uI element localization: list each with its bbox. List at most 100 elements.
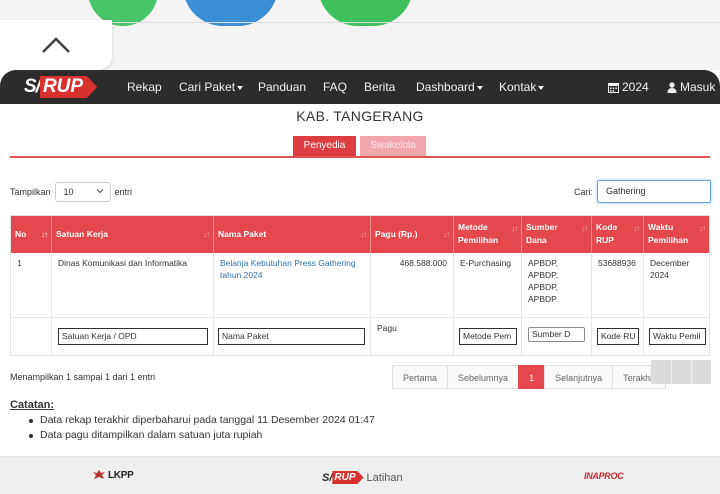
cell-nama[interactable]: Belanja Kebutuhan Press Gathering tahun … — [214, 253, 371, 317]
nav-label: Cari Paket — [179, 80, 236, 94]
kode-filter-input[interactable]: Kode RU — [597, 328, 639, 345]
sort-asc-icon: ↓↑ — [41, 230, 48, 239]
sort-icon: ↓↑ — [360, 230, 367, 239]
page-size-value: 10 — [63, 187, 74, 197]
header-label: Metode — [458, 222, 488, 232]
cell-satuan: Dinas Komunikasi dan Informatika — [52, 253, 214, 317]
nama-filter-input[interactable]: Nama Paket — [218, 328, 365, 345]
note-item: Data pagu ditampilkan dalam satuan juta … — [28, 428, 375, 443]
caret-down-icon — [476, 85, 483, 90]
nav-login[interactable]: Masuk — [667, 70, 715, 104]
logo-text: RUP — [332, 471, 364, 484]
sort-icon: ↓↑ — [511, 224, 518, 233]
sumber-line: APBDP — [528, 294, 557, 304]
header-label: RUP — [596, 235, 614, 245]
search-box: Cari: Gathering — [574, 180, 712, 203]
lkpp-logo[interactable]: LKPP — [92, 469, 134, 481]
tab-bar: Penyedia Swakelola — [10, 136, 710, 158]
tab-penyedia[interactable]: Penyedia — [293, 136, 356, 156]
page-first-button[interactable]: Pertama — [392, 365, 449, 389]
nav-cari-paket[interactable]: Cari Paket — [179, 70, 244, 104]
lkpp-text: LKPP — [108, 469, 134, 481]
sirup-logo[interactable]: S/ RUP — [24, 75, 98, 99]
table-info: Menampilkan 1 sampai 1 dari 1 entri — [10, 372, 156, 382]
column-header-pagu[interactable]: Pagu (Rp.) ↓↑ — [371, 216, 454, 253]
sumber-filter-select[interactable]: Sumber D — [528, 327, 585, 342]
export-buttons[interactable] — [651, 360, 711, 384]
length-label: Tampilkan — [10, 187, 51, 197]
nav-berita[interactable]: Berita — [364, 70, 395, 104]
filter-cell-no — [11, 318, 52, 355]
cell-no: 1 — [11, 253, 52, 317]
header-label: Waktu — [648, 222, 674, 232]
sirup-latihan-logo[interactable]: S/ RUP Latihan — [322, 471, 403, 484]
paket-link[interactable]: Belanja Kebutuhan Press Gathering — [220, 257, 364, 269]
paket-link[interactable]: tahun 2024 — [220, 269, 364, 281]
tab-swakelola[interactable]: Swakelola — [360, 136, 426, 156]
cell-waktu: December 2024 — [644, 253, 709, 317]
column-header-metode[interactable]: Metode Pemilihan ↓↑ — [454, 216, 522, 253]
pagination: Pertama Sebelumnya 1 Selanjutnya Terakhi… — [392, 365, 667, 389]
login-label: Masuk — [680, 80, 716, 94]
length-suffix: entri — [114, 187, 133, 197]
nav-year[interactable]: 2024 — [608, 70, 649, 104]
sort-icon: ↓↑ — [203, 230, 210, 239]
logo-text: S/ — [24, 76, 41, 97]
nav-rekap[interactable]: Rekap — [127, 70, 162, 104]
nav-panduan[interactable]: Panduan — [258, 70, 306, 104]
header-label: Sumber — [526, 222, 558, 232]
cell-pagu: 468.588.000 — [371, 253, 454, 317]
column-header-no[interactable]: No ↓↑ — [11, 216, 52, 253]
page: S/ RUP Rekap Cari Paket Panduan FAQ Beri… — [0, 70, 720, 494]
user-icon — [667, 81, 677, 93]
logo-text: RUP — [39, 76, 98, 98]
sumber-line: APBDP, — [528, 270, 559, 280]
search-label: Cari: — [574, 186, 594, 197]
waktu-line: 2024 — [650, 270, 669, 280]
waktu-line: December — [650, 258, 690, 268]
footer: LKPP S/ RUP Latihan INAPROC — [0, 456, 720, 494]
page-size-select[interactable]: 10 — [54, 182, 111, 202]
cell-sumber: APBDP, APBDP, APBDP, APBDP — [522, 253, 592, 317]
sort-icon: ↓↑ — [581, 224, 588, 233]
search-input[interactable]: Gathering — [597, 180, 712, 203]
browser-top-strip — [0, 0, 720, 70]
page-current-button[interactable]: 1 — [518, 365, 546, 389]
header-label: Satuan Kerja — [56, 229, 108, 239]
header-label: No — [15, 229, 27, 239]
calendar-icon — [608, 82, 619, 93]
sumber-line: APBDP, — [528, 258, 559, 268]
nav-label: Rekap — [127, 80, 162, 94]
logo-text: Latihan — [366, 471, 403, 484]
header-label: Nama Paket — [218, 229, 267, 239]
caret-down-icon — [237, 85, 244, 90]
page-next-button[interactable]: Selanjutnya — [544, 365, 614, 389]
length-menu: Tampilkan 10 entri — [10, 182, 132, 202]
column-header-kode[interactable]: Kode RUP ↓↑ — [592, 216, 644, 253]
metode-filter-input[interactable]: Metode Pem — [459, 328, 517, 345]
cell-kode: 53688936 — [592, 253, 644, 317]
page-prev-button[interactable]: Sebelumnya — [447, 365, 520, 389]
waktu-filter-input[interactable]: Waktu Pemil — [649, 328, 706, 345]
notes-title: Catatan: — [10, 399, 55, 411]
nav-kontak[interactable]: Kontak — [499, 70, 545, 104]
header-label: Pemilihan — [648, 235, 689, 245]
satuan-filter-input[interactable]: Satuan Kerja / OPD — [58, 328, 208, 345]
column-header-nama[interactable]: Nama Paket ↓↑ — [214, 216, 371, 253]
notes-list: Data rekap terakhir diperbaharui pada ta… — [28, 413, 375, 443]
column-header-satuan[interactable]: Satuan Kerja ↓↑ — [52, 216, 214, 253]
header-label: Dana — [526, 235, 547, 245]
logo-text: S/ — [322, 471, 333, 484]
column-header-waktu[interactable]: Waktu Pemilihan ↓↑ — [644, 216, 709, 253]
nav-dashboard[interactable]: Dashboard — [416, 70, 483, 104]
inaproc-logo[interactable]: INAPROC — [584, 471, 624, 481]
collapse-button[interactable] — [0, 20, 112, 70]
note-item: Data rekap terakhir diperbaharui pada ta… — [28, 413, 375, 428]
column-header-sumber[interactable]: Sumber Dana ↓↑ — [522, 216, 592, 253]
nav-label: Panduan — [258, 80, 307, 94]
nav-faq[interactable]: FAQ — [323, 70, 347, 104]
cell-metode: E-Purchasing — [454, 253, 522, 317]
chevron-down-icon — [96, 189, 103, 194]
paket-table: No ↓↑ Satuan Kerja ↓↑ Nama Paket ↓↑ Pagu (R… — [10, 215, 710, 356]
sort-icon: ↓↑ — [699, 224, 706, 233]
